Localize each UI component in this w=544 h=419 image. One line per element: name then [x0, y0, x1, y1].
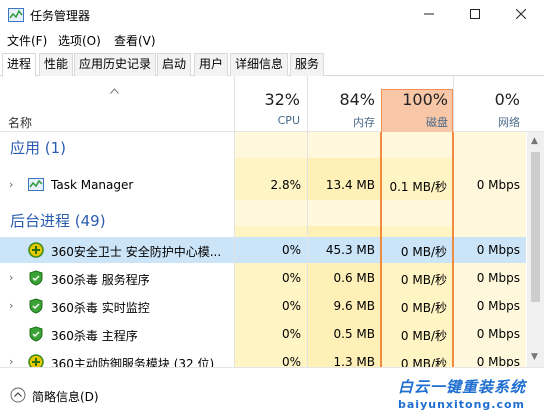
- table-row[interactable]: › 360主动防御服务模块 (32 位) 0% 1.3 MB 0 MB/秒 0 …: [0, 349, 526, 367]
- chevron-up-circle-icon[interactable]: [10, 387, 26, 403]
- footer-bar: 简略信息(D) 白云一键重装系统 baiyunxitong.com: [0, 367, 544, 419]
- memory-value: 0.6 MB: [333, 271, 375, 285]
- vertical-scrollbar[interactable]: ▲ ▼: [527, 132, 544, 367]
- sort-ascending-icon: [110, 88, 119, 94]
- process-name: Task Manager: [51, 178, 134, 192]
- 360-safe-icon: [28, 242, 44, 258]
- cpu-value: 2.8%: [270, 178, 302, 192]
- watermark-url: baiyunxitong.com: [398, 398, 526, 411]
- network-value: 0 Mbps: [476, 327, 520, 341]
- network-value: 0 Mbps: [476, 178, 520, 192]
- chevron-right-icon[interactable]: ›: [9, 299, 13, 312]
- group-apps-title: 应用 (1): [10, 139, 67, 157]
- memory-percent[interactable]: 84%: [310, 90, 375, 109]
- 360-antivirus-icon: [29, 326, 43, 342]
- cpu-value: 0%: [281, 327, 301, 341]
- scroll-down-icon[interactable]: ▼: [531, 352, 538, 362]
- close-button[interactable]: [498, 0, 544, 30]
- maximize-button[interactable]: [452, 0, 498, 30]
- 360-antivirus-icon: [29, 270, 43, 286]
- table-row[interactable]: › 360杀毒 实时监控 0% 9.6 MB 0 MB/秒 0 Mbps: [0, 293, 526, 319]
- group-header-row: 应用 (1): [0, 132, 526, 158]
- process-name: 360杀毒 实时监控: [51, 301, 150, 315]
- scroll-up-icon[interactable]: ▲: [531, 136, 538, 146]
- fewer-details-button[interactable]: 简略信息(D): [32, 388, 99, 405]
- memory-value: 13.4 MB: [325, 178, 375, 192]
- chevron-right-icon[interactable]: ›: [9, 271, 13, 284]
- disk-column-border-right: [452, 132, 454, 367]
- menu-file[interactable]: 文件(F): [7, 32, 47, 49]
- menu-view[interactable]: 查看(V): [114, 32, 156, 49]
- cpu-value: 0%: [281, 299, 301, 313]
- cpu-value: 0%: [281, 355, 301, 367]
- menu-options[interactable]: 选项(O): [58, 32, 101, 49]
- process-name: 360杀毒 主程序: [51, 329, 138, 343]
- tab-app-history[interactable]: 应用历史记录: [74, 53, 157, 76]
- cpu-percent[interactable]: 32%: [240, 90, 300, 109]
- menu-bar: 文件(F) 选项(O) 查看(V): [0, 30, 544, 50]
- cpu-value: 0%: [281, 243, 301, 257]
- process-name: 360安全卫士 安全防护中心模...: [51, 245, 222, 259]
- network-percent[interactable]: 0%: [460, 90, 520, 109]
- task-manager-icon: [28, 178, 44, 191]
- task-manager-icon: [8, 8, 24, 22]
- table-row[interactable]: 360杀毒 主程序 0% 0.5 MB 0 MB/秒 0 Mbps: [0, 321, 526, 347]
- disk-column-border-left: [380, 132, 382, 367]
- table-row[interactable]: › Task Manager 2.8% 13.4 MB 0.1 MB/秒 0 M…: [0, 172, 526, 198]
- watermark-title: 白云一键重装系统: [398, 378, 527, 396]
- disk-percent[interactable]: 100%: [383, 90, 448, 109]
- minimize-button[interactable]: [406, 0, 452, 30]
- memory-value: 0.5 MB: [333, 327, 375, 341]
- tab-users[interactable]: 用户: [194, 53, 229, 76]
- column-divider[interactable]: [234, 76, 235, 367]
- chevron-right-icon[interactable]: ›: [9, 355, 13, 367]
- network-column-header[interactable]: 网络: [460, 114, 520, 130]
- minimize-icon: [424, 13, 434, 15]
- disk-value: 0 MB/秒: [400, 245, 447, 259]
- column-name-header[interactable]: 名称: [8, 114, 32, 131]
- site-watermark: 白云一键重装系统 baiyunxitong.com: [398, 376, 540, 414]
- chevron-right-icon[interactable]: ›: [9, 178, 13, 191]
- network-value: 0 Mbps: [476, 271, 520, 285]
- disk-value: 0 MB/秒: [400, 357, 447, 367]
- memory-value: 45.3 MB: [325, 243, 375, 257]
- process-name: 360杀毒 服务程序: [51, 273, 150, 287]
- tab-services[interactable]: 服务: [290, 53, 325, 76]
- window-title: 任务管理器: [30, 9, 91, 23]
- table-row[interactable]: 360安全卫士 安全防护中心模... 0% 45.3 MB 0 MB/秒 0 M…: [0, 237, 526, 263]
- network-value: 0 Mbps: [476, 299, 520, 313]
- disk-value: 0 MB/秒: [400, 273, 447, 287]
- tab-startup[interactable]: 启动: [157, 53, 192, 76]
- memory-value: 9.6 MB: [333, 299, 375, 313]
- tab-bar: 进程 性能 应用历史记录 启动 用户 详细信息 服务: [0, 52, 544, 77]
- network-value: 0 Mbps: [476, 355, 520, 367]
- process-list: 应用 (1) › Task Manager 2.8% 13.4 MB 0.1 M…: [0, 132, 526, 367]
- memory-column-header[interactable]: 内存: [310, 114, 375, 130]
- disk-column-header[interactable]: 磁盘: [383, 114, 448, 130]
- close-icon: [515, 8, 527, 20]
- group-header-row: 后台进程 (49): [0, 200, 526, 230]
- cpu-value: 0%: [281, 271, 301, 285]
- disk-value: 0 MB/秒: [400, 301, 447, 315]
- network-value: 0 Mbps: [476, 243, 520, 257]
- tab-processes[interactable]: 进程: [2, 53, 37, 77]
- disk-value: 0.1 MB/秒: [389, 180, 447, 194]
- memory-value: 1.3 MB: [333, 355, 375, 367]
- 360-safe-icon: [28, 354, 44, 367]
- tab-performance[interactable]: 性能: [39, 53, 74, 76]
- tab-details[interactable]: 详细信息: [230, 53, 289, 76]
- title-bar: 任务管理器: [0, 0, 544, 30]
- cpu-column-header[interactable]: CPU: [240, 114, 300, 127]
- group-background-title: 后台进程 (49): [10, 212, 106, 230]
- scroll-thumb[interactable]: [531, 152, 540, 302]
- 360-antivirus-icon: [29, 298, 43, 314]
- maximize-icon: [470, 9, 480, 19]
- table-row[interactable]: › 360杀毒 服务程序 0% 0.6 MB 0 MB/秒 0 Mbps: [0, 265, 526, 291]
- disk-value: 0 MB/秒: [400, 329, 447, 343]
- column-divider[interactable]: [307, 76, 308, 367]
- process-name: 360主动防御服务模块 (32 位): [51, 357, 215, 367]
